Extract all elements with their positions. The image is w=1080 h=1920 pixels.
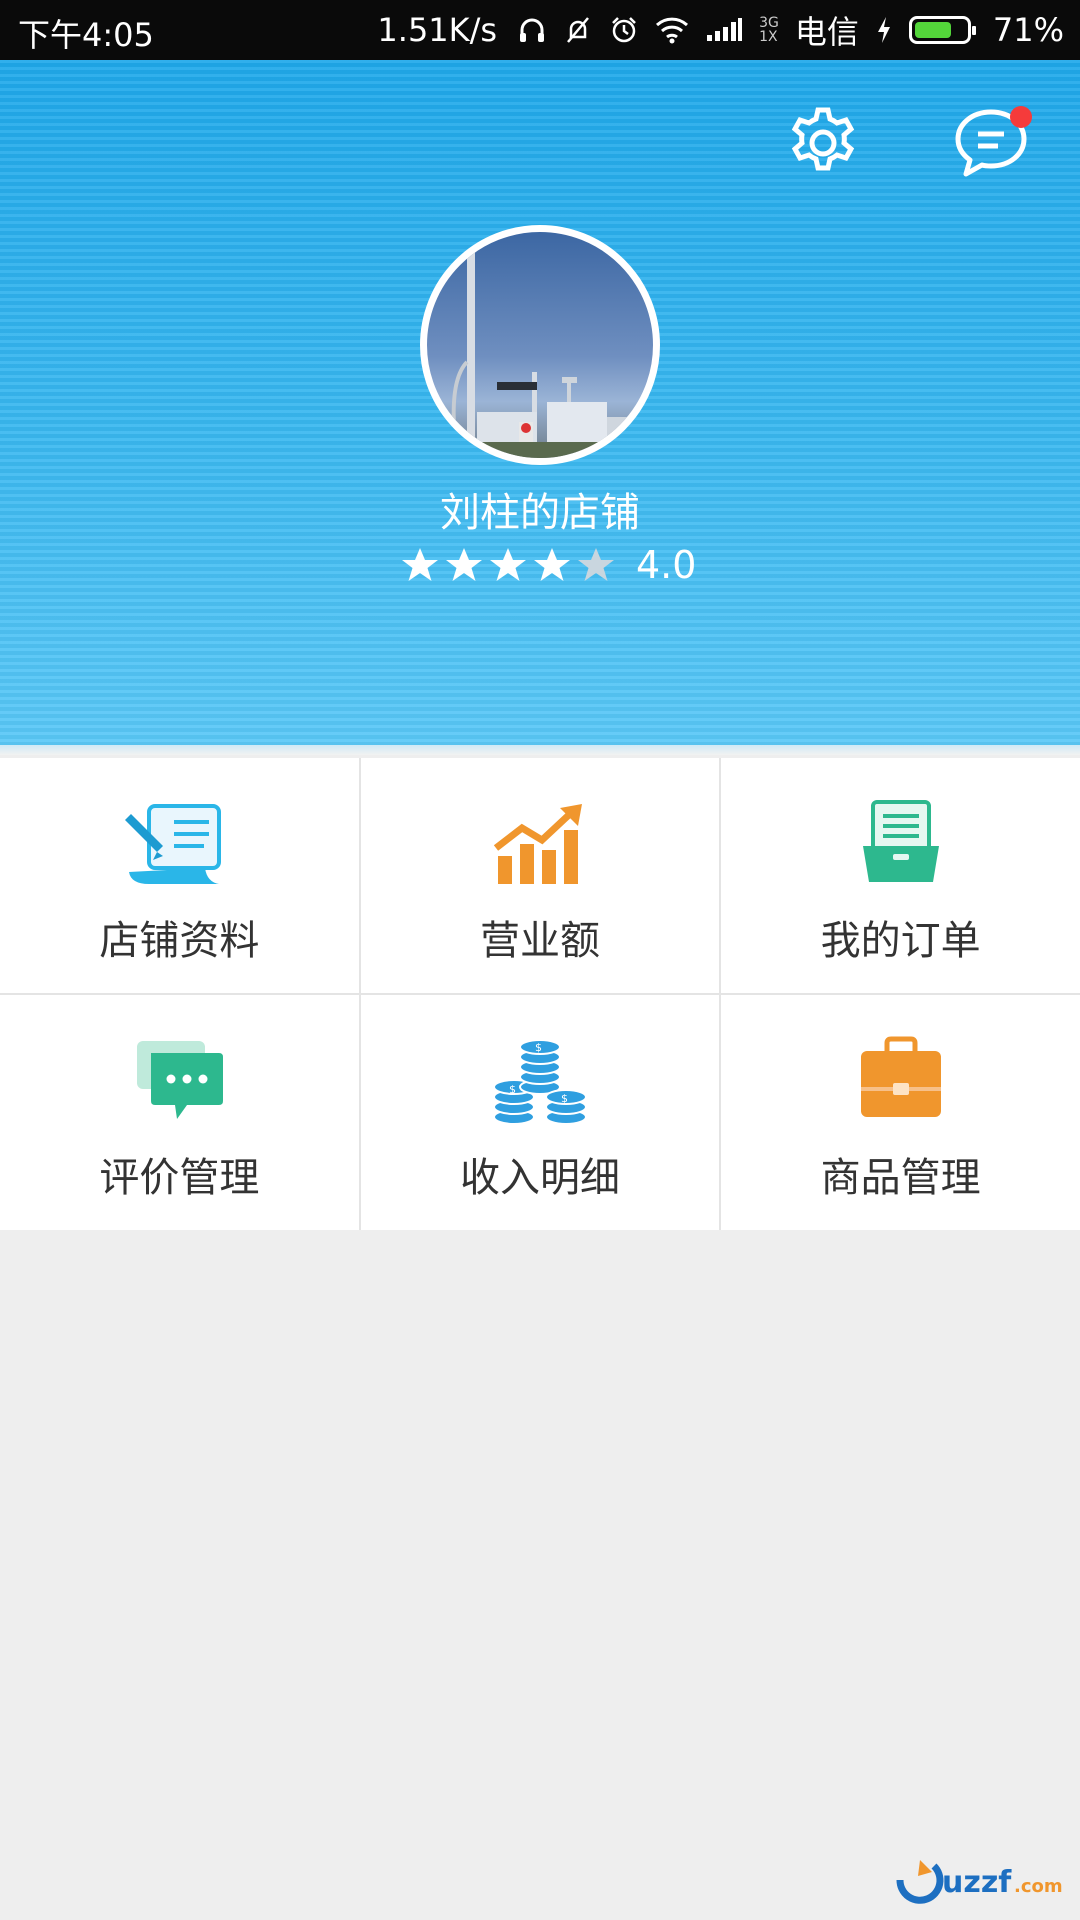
menu-item-revenue[interactable]: 营业额 (360, 758, 720, 993)
network-speed: 1.51K/s (377, 11, 498, 49)
star-icon (490, 548, 526, 581)
wifi-icon (655, 16, 689, 44)
menu-item-label: 评价管理 (99, 1155, 260, 1201)
avatar-photo (427, 232, 653, 458)
network-type-label: 3G 1X (759, 15, 779, 45)
uzzf-logo: uzzf .com (896, 1860, 1063, 1904)
battery-percent: 71% (992, 11, 1064, 49)
rating-value: 4.0 (636, 543, 697, 587)
svg-text:$: $ (561, 1092, 568, 1105)
menu-item-label: 店铺资料 (99, 918, 260, 964)
menu-item-product-management[interactable]: 商品管理 (721, 995, 1080, 1230)
watermark-logo: uzzf .com (890, 1850, 1070, 1910)
briefcase-icon (860, 1036, 941, 1117)
comment-icon (137, 1041, 224, 1119)
svg-text:uzzf: uzzf (942, 1865, 1012, 1900)
notification-dot (1010, 106, 1032, 128)
menu-item-income-details[interactable]: $ $ $ 收入明细 (360, 995, 720, 1230)
alarm-icon (609, 15, 639, 45)
menu-item-reviews[interactable]: 评价管理 (0, 995, 359, 1230)
star-icon (534, 548, 570, 581)
bell-muted-icon (563, 15, 593, 45)
star-icon (446, 548, 482, 581)
shop-rating: 4.0 (400, 540, 696, 590)
shop-avatar[interactable] (420, 225, 660, 465)
carrier-label: 电信 (794, 13, 859, 51)
menu-grid: 店铺资料 营业额 我的订单 评价管理 $ $ $ 收入明细 商品管理 (0, 758, 1080, 1230)
battery-level (914, 22, 951, 38)
status-bar: 下午4:05 1.51K/s 3G 1X 电信 71% (0, 0, 1080, 60)
menu-item-label: 我的订单 (820, 918, 981, 964)
svg-text:.com: .com (1014, 1876, 1063, 1897)
status-time: 下午4:05 (18, 16, 154, 54)
menu-item-shop-info[interactable]: 店铺资料 (0, 758, 359, 993)
star-empty-icon (578, 548, 614, 581)
document-edit-icon (125, 804, 222, 884)
menu-item-my-orders[interactable]: 我的订单 (721, 758, 1080, 993)
svg-text:$: $ (535, 1041, 542, 1054)
signal-icon (705, 17, 743, 43)
star-icon (402, 548, 438, 581)
charging-icon (875, 15, 893, 45)
menu-item-label: 营业额 (479, 918, 600, 964)
status-right: 1.51K/s 3G 1X 电信 71% (377, 0, 1064, 60)
gear-icon (791, 107, 855, 171)
chart-growth-icon (493, 804, 582, 884)
battery-icon (908, 16, 976, 44)
svg-text:$: $ (509, 1083, 516, 1096)
headphones-icon (517, 15, 547, 45)
menu-item-label: 商品管理 (820, 1155, 981, 1201)
shop-name: 刘柱的店铺 (440, 490, 640, 536)
coins-icon: $ $ $ (492, 1039, 587, 1125)
header-shadow (0, 745, 1080, 755)
menu-item-label: 收入明细 (459, 1155, 620, 1201)
settings-button[interactable] (782, 102, 864, 184)
order-tray-icon (862, 800, 939, 882)
